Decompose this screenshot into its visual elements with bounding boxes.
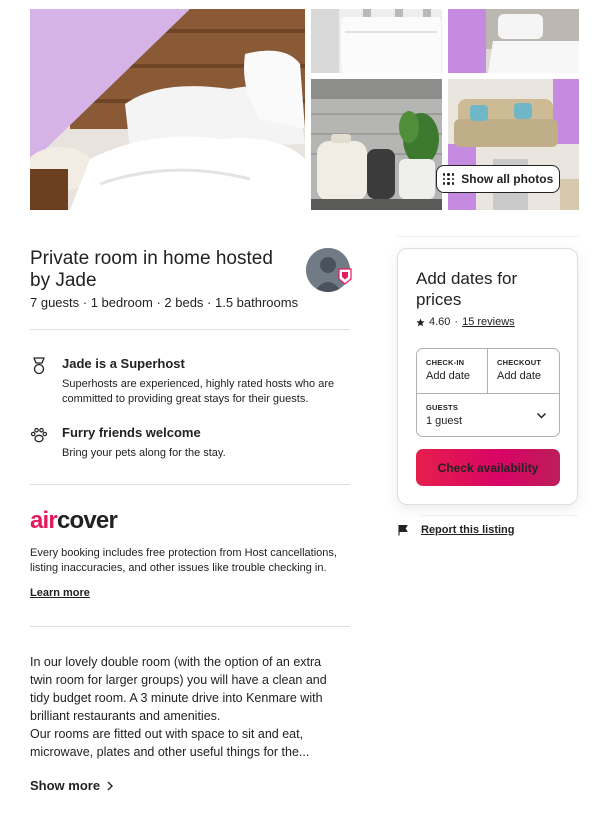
listing-description: In our lovely double room (with the opti… [30, 653, 350, 761]
photo-bathroom[interactable] [311, 9, 442, 73]
photo-kitchen[interactable] [311, 79, 442, 210]
aircover-logo-cover: cover [56, 507, 118, 534]
description-line: microwave, plates and other useful thing… [30, 745, 310, 759]
check-availability-button[interactable]: Check availability [416, 449, 560, 486]
photo-twin-room[interactable] [448, 9, 579, 73]
show-all-photos-button[interactable]: Show all photos [436, 165, 560, 193]
description-line: brilliant restaurants and amenities. [30, 709, 221, 723]
description-line: Our rooms are fitted out with space to s… [30, 727, 304, 741]
divider [421, 515, 578, 516]
divider [30, 484, 350, 485]
report-listing-link[interactable]: Report this listing [397, 524, 515, 536]
learn-more-link[interactable]: Learn more [30, 587, 90, 599]
guests-label: GUESTS [426, 403, 459, 412]
photo-main-bedroom[interactable] [30, 9, 305, 210]
show-more-button[interactable]: Show more [30, 778, 114, 793]
highlight-description: Bring your pets along for the stay. [62, 447, 226, 459]
booking-card: Add dates for prices 4.60 · 15 reviews C… [397, 248, 578, 505]
highlight-title: Furry friends welcome [62, 425, 201, 440]
paw-icon [30, 426, 48, 444]
checkin-field[interactable]: CHECK-IN Add date [417, 349, 488, 393]
star-icon [416, 317, 425, 327]
rating-value: 4.60 [429, 316, 451, 328]
rating-separator: · [454, 316, 459, 328]
divider [397, 236, 578, 237]
checkin-label: CHECK-IN [426, 358, 465, 367]
bathroom-photo-image [311, 9, 442, 73]
guests-value: 1 guest [426, 415, 463, 427]
show-more-label: Show more [30, 778, 101, 793]
highlight-title: Jade is a Superhost [62, 356, 185, 371]
chevron-right-icon [106, 781, 114, 791]
checkout-field[interactable]: CHECKOUT Add date [488, 349, 560, 393]
grid-dots-icon [442, 173, 455, 185]
listing-title: Private room in home hosted by Jade [30, 248, 273, 291]
chevron-down-icon [536, 410, 547, 421]
booking-card-title: Add dates for prices [416, 269, 518, 309]
highlight-pets: Furry friends welcome Bring your pets al… [30, 424, 360, 461]
description-line: twin room for larger groups) you will ha… [30, 673, 327, 687]
highlight-description: Superhosts are experienced, highly rated… [62, 378, 335, 405]
reviews-link[interactable]: 15 reviews [462, 316, 515, 328]
show-all-photos-label: Show all photos [461, 172, 554, 186]
date-guest-picker: CHECK-IN Add date CHECKOUT Add date GUES… [416, 348, 560, 437]
description-line: In our lovely double room (with the opti… [30, 655, 322, 669]
description-line: tidy budget room. A 3 minute drive into … [30, 691, 323, 705]
checkout-value: Add date [497, 370, 542, 382]
report-listing-label: Report this listing [421, 524, 515, 536]
aircover-description: Every booking includes free protection f… [30, 547, 337, 574]
flag-icon [397, 524, 409, 536]
booking-rating: 4.60 · 15 reviews [416, 316, 515, 328]
twin-room-photo-image [448, 9, 579, 73]
listing-summary: 7 guests · 1 bedroom · 2 beds · 1.5 bath… [30, 295, 299, 310]
checkin-value: Add date [426, 370, 471, 382]
checkout-label: CHECKOUT [497, 358, 542, 367]
aircover-logo-air: air [30, 507, 58, 534]
superhost-medal-icon [30, 357, 48, 375]
divider [30, 626, 350, 627]
divider [30, 329, 350, 330]
kitchen-photo-image [311, 79, 442, 210]
bedroom-photo-image [30, 9, 305, 210]
aircover-logo: aircover [30, 507, 118, 534]
superhost-badge-icon [338, 268, 352, 285]
highlight-superhost: Jade is a Superhost Superhosts are exper… [30, 355, 360, 407]
